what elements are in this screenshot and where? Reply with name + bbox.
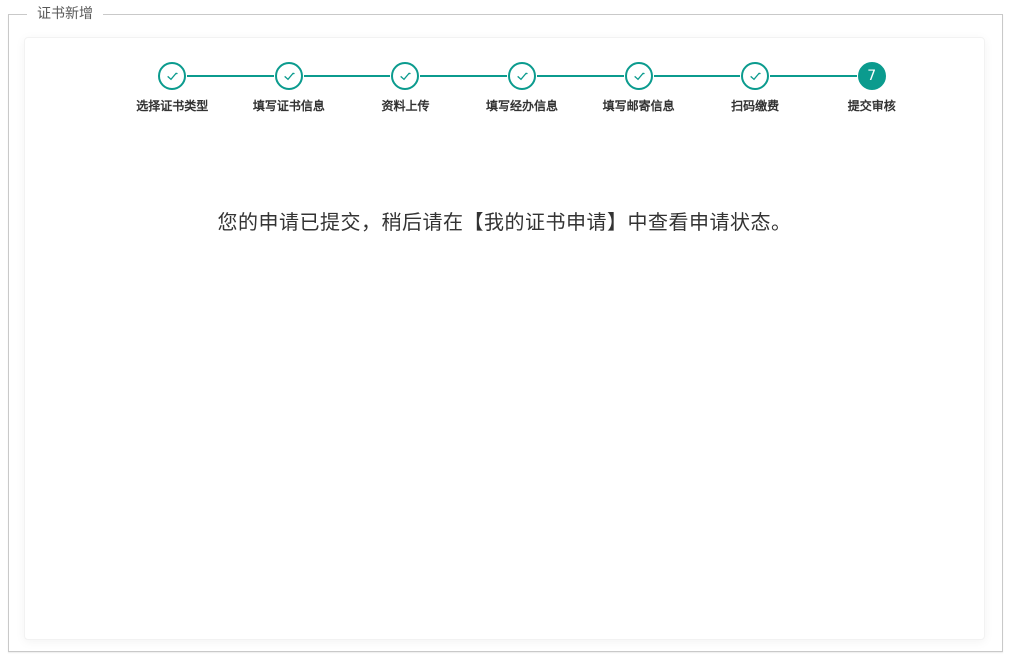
panel-legend: 证书新增 — [27, 5, 103, 24]
step-label: 填写经办信息 — [486, 97, 558, 114]
step-item-fill-mailing-info: 填写邮寄信息 — [580, 62, 697, 114]
step-item-fill-cert-info: 填写证书信息 — [231, 62, 348, 114]
step-circle-done — [741, 62, 769, 90]
step-number-badge: 7 — [867, 69, 876, 83]
step-circle-done — [625, 62, 653, 90]
submission-status-message: 您的申请已提交，稍后请在【我的证书申请】中查看申请状态。 — [25, 206, 984, 235]
check-icon — [747, 68, 763, 84]
step-item-upload-materials: 资料上传 — [347, 62, 464, 114]
step-label: 选择证书类型 — [136, 97, 208, 114]
step-item-submit-review: 7 提交审核 — [813, 62, 930, 114]
step-circle-done — [158, 62, 186, 90]
step-item-scan-pay: 扫码缴费 — [697, 62, 814, 114]
check-icon — [514, 68, 530, 84]
step-label: 扫码缴费 — [731, 97, 779, 114]
step-label: 资料上传 — [381, 97, 429, 114]
step-circle-done — [508, 62, 536, 90]
step-label: 填写邮寄信息 — [603, 97, 675, 114]
check-icon — [164, 68, 180, 84]
step-item-fill-handler-info: 填写经办信息 — [464, 62, 581, 114]
step-circle-done — [275, 62, 303, 90]
step-circle-current: 7 — [858, 62, 886, 90]
step-label: 填写证书信息 — [253, 97, 325, 114]
step-item-select-cert-type: 选择证书类型 — [114, 62, 231, 114]
step-wizard: 选择证书类型 填写证书信息 资料上传 — [114, 62, 930, 114]
check-icon — [631, 68, 647, 84]
wizard-card: 选择证书类型 填写证书信息 资料上传 — [24, 37, 985, 640]
check-icon — [281, 68, 297, 84]
step-label: 提交审核 — [848, 97, 896, 114]
check-icon — [397, 68, 413, 84]
certificate-add-panel: 证书新增 选择证书类型 填写证书信息 — [8, 5, 1003, 652]
step-circle-done — [391, 62, 419, 90]
